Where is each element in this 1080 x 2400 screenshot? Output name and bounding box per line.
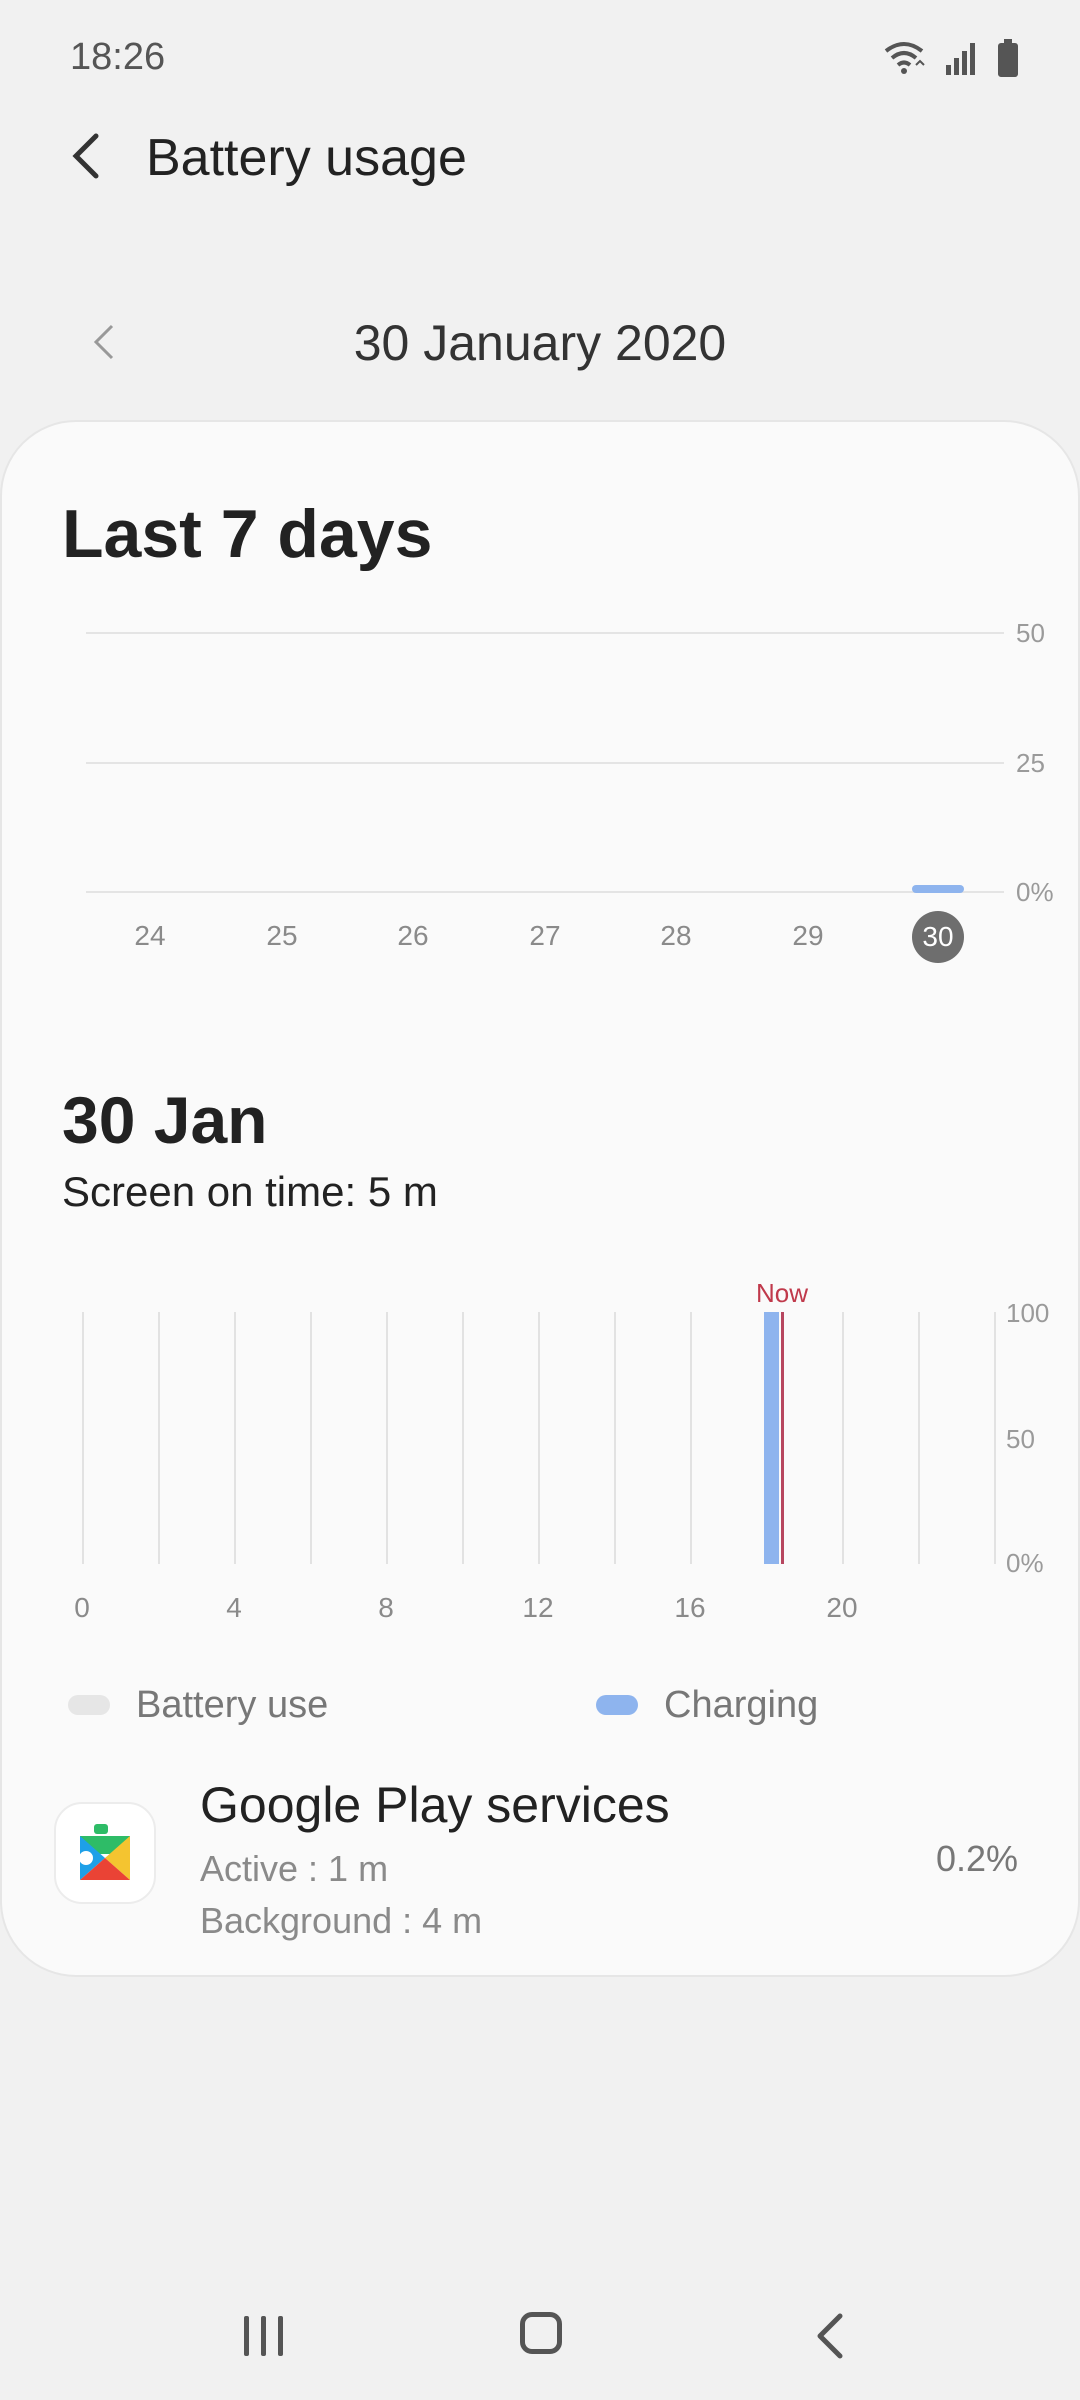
- weekly-y-label: 0%: [1016, 877, 1054, 907]
- weekly-day-label[interactable]: 27: [515, 920, 575, 952]
- back-button[interactable]: [58, 128, 114, 184]
- hourly-gridline: [994, 1312, 996, 1564]
- weekly-y-label: 50: [1016, 618, 1045, 648]
- hourly-x-label: 0: [74, 1592, 90, 1623]
- hourly-x-label: 8: [378, 1592, 394, 1623]
- hourly-gridline: [462, 1312, 464, 1564]
- app-icon[interactable]: [54, 1802, 156, 1904]
- hourly-x-label: 16: [674, 1592, 706, 1623]
- battery-use-legend-swatch: [68, 1695, 110, 1715]
- hourly-x-label: 20: [826, 1592, 858, 1623]
- weekly-gridline-50: [86, 632, 1004, 634]
- hourly-gridline: [386, 1312, 388, 1564]
- weekly-day-label[interactable]: 25: [252, 920, 312, 952]
- home-button[interactable]: [520, 2312, 562, 2354]
- hourly-gridline: [310, 1312, 312, 1564]
- weekly-day-label[interactable]: 28: [646, 920, 706, 952]
- app-battery-percent: 0.2%: [935, 1838, 1018, 1879]
- signal-icon: [946, 43, 975, 75]
- recents-bar-icon: [243, 2316, 249, 2356]
- recents-bar-icon: [277, 2316, 283, 2356]
- screen-on-time: Screen on time: 5 m: [62, 1168, 438, 1215]
- back-arrow-icon: [72, 133, 99, 179]
- now-marker-line: [781, 1312, 784, 1564]
- hourly-x-label: 4: [226, 1592, 242, 1623]
- hourly-gridline: [690, 1312, 692, 1564]
- battery-use-legend-label: Battery use: [136, 1684, 329, 1726]
- day-title: 30 Jan: [62, 1083, 268, 1157]
- battery-icon: [998, 39, 1018, 77]
- hourly-y-label: 0%: [1006, 1548, 1044, 1578]
- recent-apps-button[interactable]: [238, 2316, 288, 2360]
- hourly-gridline: [842, 1312, 844, 1564]
- date-label: 30 January 2020: [353, 315, 727, 371]
- selected-day-30[interactable]: 30: [912, 911, 964, 963]
- hourly-gridline: [234, 1312, 236, 1564]
- charging-area: [764, 1312, 779, 1564]
- status-time: 18:26: [70, 36, 166, 78]
- hourly-x-label: 12: [522, 1592, 554, 1623]
- weekly-gridline-25: [86, 762, 1004, 764]
- google-play-services-icon: [79, 1824, 130, 1880]
- hourly-gridline: [158, 1312, 160, 1564]
- weekly-gridline-0: [86, 891, 1004, 893]
- weekly-day-label[interactable]: 24: [120, 920, 180, 952]
- now-label: Now: [756, 1278, 809, 1308]
- status-icons: [882, 36, 1020, 80]
- wifi-icon: [884, 42, 925, 74]
- hourly-gridline: [614, 1312, 616, 1564]
- app-active-time: Active : 1 m: [200, 1848, 389, 1889]
- weekly-chart-title: Last 7 days: [62, 496, 433, 572]
- hourly-gridline: [918, 1312, 920, 1564]
- hourly-y-label: 100: [1006, 1298, 1050, 1328]
- weekly-bar-day-30: [912, 885, 964, 893]
- charging-legend-swatch: [596, 1695, 638, 1715]
- recents-bar-icon: [260, 2316, 266, 2356]
- app-name[interactable]: Google Play services: [200, 1776, 670, 1834]
- page-title: Battery usage: [146, 129, 467, 187]
- hourly-gridline: [82, 1312, 84, 1564]
- hourly-y-label: 50: [1006, 1424, 1035, 1454]
- weekly-day-label[interactable]: 26: [383, 920, 443, 952]
- nav-back-button[interactable]: [806, 2310, 852, 2362]
- weekly-y-label: 25: [1016, 748, 1045, 778]
- app-background-time: Background : 4 m: [200, 1900, 483, 1941]
- hourly-gridline: [538, 1312, 540, 1564]
- weekly-day-label[interactable]: 29: [778, 920, 838, 952]
- charging-legend-label: Charging: [664, 1684, 819, 1726]
